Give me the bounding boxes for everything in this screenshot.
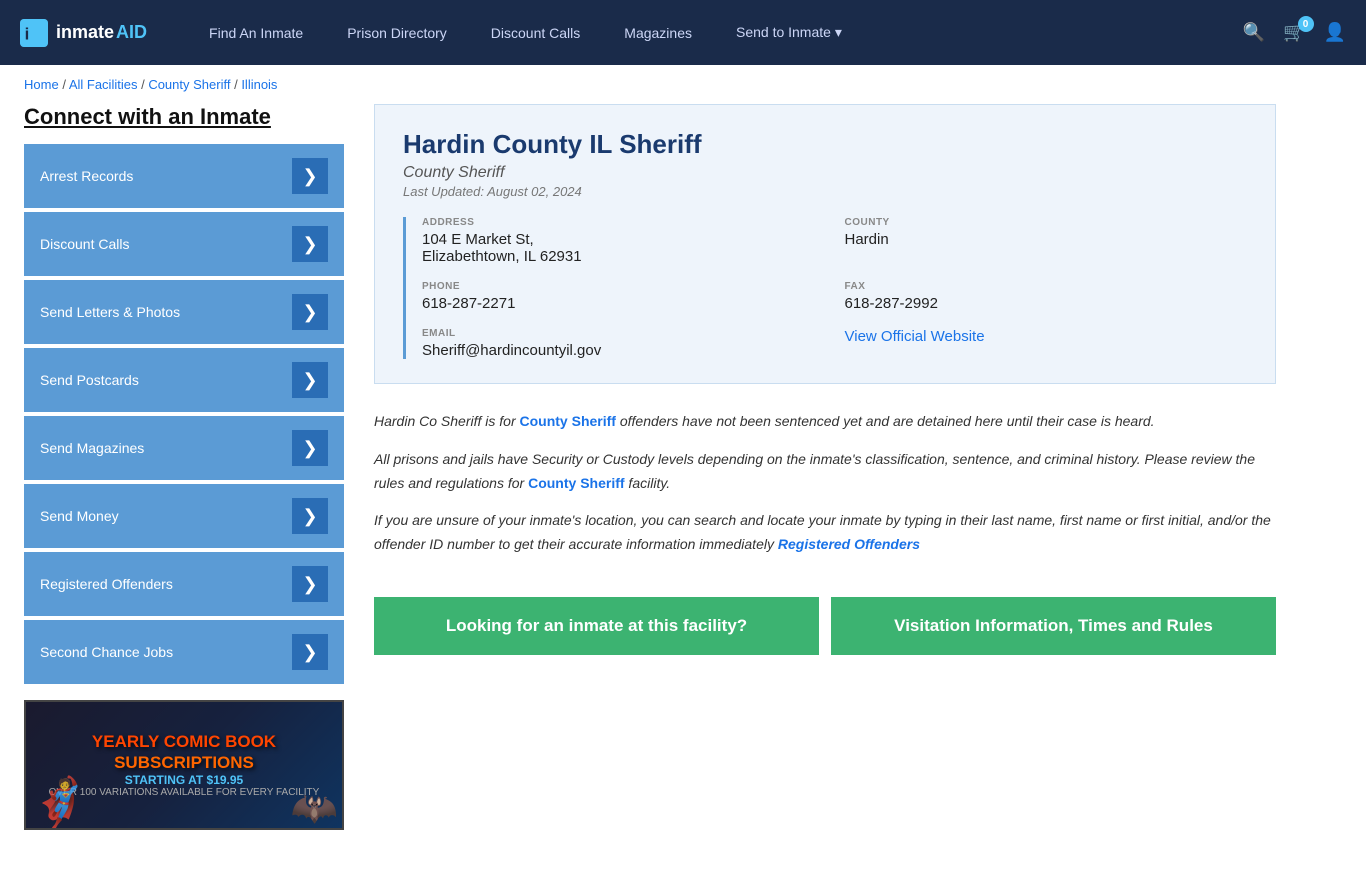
logo[interactable]: i inmate AID [20, 19, 147, 47]
main-container: Connect with an Inmate Arrest Records ❯ … [0, 104, 1300, 870]
user-icon[interactable]: 👤 [1324, 22, 1346, 43]
desc-para2: All prisons and jails have Security or C… [374, 448, 1276, 496]
arrow-icon: ❯ [292, 430, 328, 466]
sidebar-btn-second-chance-jobs[interactable]: Second Chance Jobs ❯ [24, 620, 344, 684]
cart-badge: 0 [1298, 16, 1314, 32]
ad-title: YEARLY COMIC BOOK SUBSCRIPTIONS [92, 732, 276, 773]
sidebar-ad[interactable]: 🦸 YEARLY COMIC BOOK SUBSCRIPTIONS STARTI… [24, 700, 344, 830]
description-section: Hardin Co Sheriff is for County Sheriff … [374, 404, 1276, 577]
visitation-button[interactable]: Visitation Information, Times and Rules [831, 597, 1276, 655]
nav-prison-directory[interactable]: Prison Directory [325, 0, 469, 65]
facility-card: Hardin County IL Sheriff County Sheriff … [374, 104, 1276, 384]
breadcrumb-home[interactable]: Home [24, 77, 59, 92]
ad-hero-left-icon: 🦸 [30, 780, 90, 828]
sidebar-btn-discount-calls[interactable]: Discount Calls ❯ [24, 212, 344, 276]
facility-type: County Sheriff [403, 164, 1247, 182]
logo-inmate-text: inmate [56, 22, 114, 43]
arrow-icon: ❯ [292, 294, 328, 330]
find-inmate-button[interactable]: Looking for an inmate at this facility? [374, 597, 819, 655]
fax-label: FAX [845, 281, 1248, 292]
nav-right: 🔍 🛒 0 👤 [1243, 22, 1346, 43]
county-value: Hardin [845, 231, 1248, 248]
registered-offenders-link[interactable]: Registered Offenders [778, 536, 920, 552]
arrow-icon: ❯ [292, 634, 328, 670]
sidebar-btn-send-postcards[interactable]: Send Postcards ❯ [24, 348, 344, 412]
county-label: COUNTY [845, 217, 1248, 228]
website-block: View Official Website [845, 328, 1248, 359]
sidebar: Connect with an Inmate Arrest Records ❯ … [24, 104, 344, 830]
address-block: ADDRESS 104 E Market St, Elizabethtown, … [422, 217, 825, 265]
arrow-icon: ❯ [292, 566, 328, 602]
county-block: COUNTY Hardin [845, 217, 1248, 265]
county-sheriff-link-2[interactable]: County Sheriff [528, 475, 624, 491]
breadcrumb-county-sheriff[interactable]: County Sheriff [148, 77, 230, 92]
search-icon[interactable]: 🔍 [1243, 22, 1265, 43]
content: Hardin County IL Sheriff County Sheriff … [374, 104, 1276, 830]
nav-magazines[interactable]: Magazines [602, 0, 714, 65]
arrow-icon: ❯ [292, 362, 328, 398]
email-block: EMAIL Sheriff@hardincountyil.gov [422, 328, 825, 359]
address-value: 104 E Market St, Elizabethtown, IL 62931 [422, 231, 825, 265]
arrow-icon: ❯ [292, 158, 328, 194]
fax-block: FAX 618-287-2992 [845, 281, 1248, 312]
arrow-icon: ❯ [292, 498, 328, 534]
logo-aid-text: AID [116, 22, 147, 43]
nav-discount-calls[interactable]: Discount Calls [469, 0, 602, 65]
phone-value: 618-287-2271 [422, 295, 825, 312]
desc-para3: If you are unsure of your inmate's locat… [374, 509, 1276, 557]
ad-price: STARTING AT $19.95 [125, 773, 243, 787]
sidebar-btn-send-magazines[interactable]: Send Magazines ❯ [24, 416, 344, 480]
ad-hero-right-icon: 🦇 [291, 790, 338, 828]
nav-links: Find An Inmate Prison Directory Discount… [187, 0, 1243, 65]
facility-info-grid: ADDRESS 104 E Market St, Elizabethtown, … [403, 217, 1247, 359]
nav-find-inmate[interactable]: Find An Inmate [187, 0, 325, 65]
sidebar-btn-send-money[interactable]: Send Money ❯ [24, 484, 344, 548]
view-official-website-link[interactable]: View Official Website [845, 328, 985, 345]
sidebar-btn-registered-offenders[interactable]: Registered Offenders ❯ [24, 552, 344, 616]
desc-para1: Hardin Co Sheriff is for County Sheriff … [374, 410, 1276, 434]
nav-send-to-inmate[interactable]: Send to Inmate ▾ [714, 0, 864, 65]
sidebar-btn-arrest-records[interactable]: Arrest Records ❯ [24, 144, 344, 208]
breadcrumb-illinois[interactable]: Illinois [241, 77, 277, 92]
county-sheriff-link-1[interactable]: County Sheriff [520, 413, 616, 429]
sidebar-btn-send-letters[interactable]: Send Letters & Photos ❯ [24, 280, 344, 344]
breadcrumb-all-facilities[interactable]: All Facilities [69, 77, 138, 92]
cart-wrapper[interactable]: 🛒 0 [1283, 22, 1305, 43]
address-label: ADDRESS [422, 217, 825, 228]
email-value: Sheriff@hardincountyil.gov [422, 342, 825, 359]
facility-name: Hardin County IL Sheriff [403, 129, 1247, 160]
fax-value: 618-287-2992 [845, 295, 1248, 312]
email-label: EMAIL [422, 328, 825, 339]
arrow-icon: ❯ [292, 226, 328, 262]
phone-label: PHONE [422, 281, 825, 292]
main-nav: i inmate AID Find An Inmate Prison Direc… [0, 0, 1366, 65]
sidebar-title: Connect with an Inmate [24, 104, 344, 130]
svg-text:i: i [25, 24, 30, 43]
breadcrumb: Home / All Facilities / County Sheriff /… [0, 65, 1366, 104]
facility-last-updated: Last Updated: August 02, 2024 [403, 184, 1247, 199]
bottom-buttons: Looking for an inmate at this facility? … [374, 597, 1276, 655]
phone-block: PHONE 618-287-2271 [422, 281, 825, 312]
